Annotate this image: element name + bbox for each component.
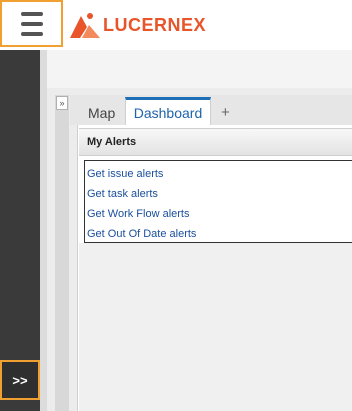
workspace-toolbar-band <box>47 50 352 88</box>
left-sidebar <box>0 50 40 411</box>
panel-expand-toggle[interactable]: » <box>56 96 68 110</box>
logo-text: LUCERNEX <box>103 14 207 35</box>
add-tab-button[interactable]: + <box>221 100 230 125</box>
workspace-divider <box>40 50 47 411</box>
out-of-date-alerts-link[interactable]: Get Out Of Date alerts <box>87 224 352 244</box>
tab-dashboard[interactable]: Dashboard <box>125 97 211 125</box>
task-alerts-link[interactable]: Get task alerts <box>87 184 352 204</box>
dashboard-empty-area <box>79 243 352 411</box>
workflow-alerts-link[interactable]: Get Work Flow alerts <box>87 204 352 224</box>
logo-mark-icon <box>70 13 100 38</box>
issue-alerts-link[interactable]: Get issue alerts <box>87 164 352 184</box>
alerts-list: Get issue alerts Get task alerts Get Wor… <box>84 160 352 243</box>
hamburger-menu-icon-bar <box>20 31 43 36</box>
hamburger-menu-icon-bar <box>20 21 43 26</box>
expand-sidebar-button[interactable]: >> <box>0 360 40 400</box>
tab-map[interactable]: Map <box>80 100 123 125</box>
hamburger-menu-icon <box>20 11 43 16</box>
my-alerts-header: My Alerts <box>79 128 352 156</box>
lucernex-logo[interactable]: LUCERNEX <box>70 11 206 39</box>
menu-button[interactable] <box>0 0 63 47</box>
top-header: LUCERNEX <box>0 0 352 50</box>
side-panel-strip <box>55 95 69 411</box>
